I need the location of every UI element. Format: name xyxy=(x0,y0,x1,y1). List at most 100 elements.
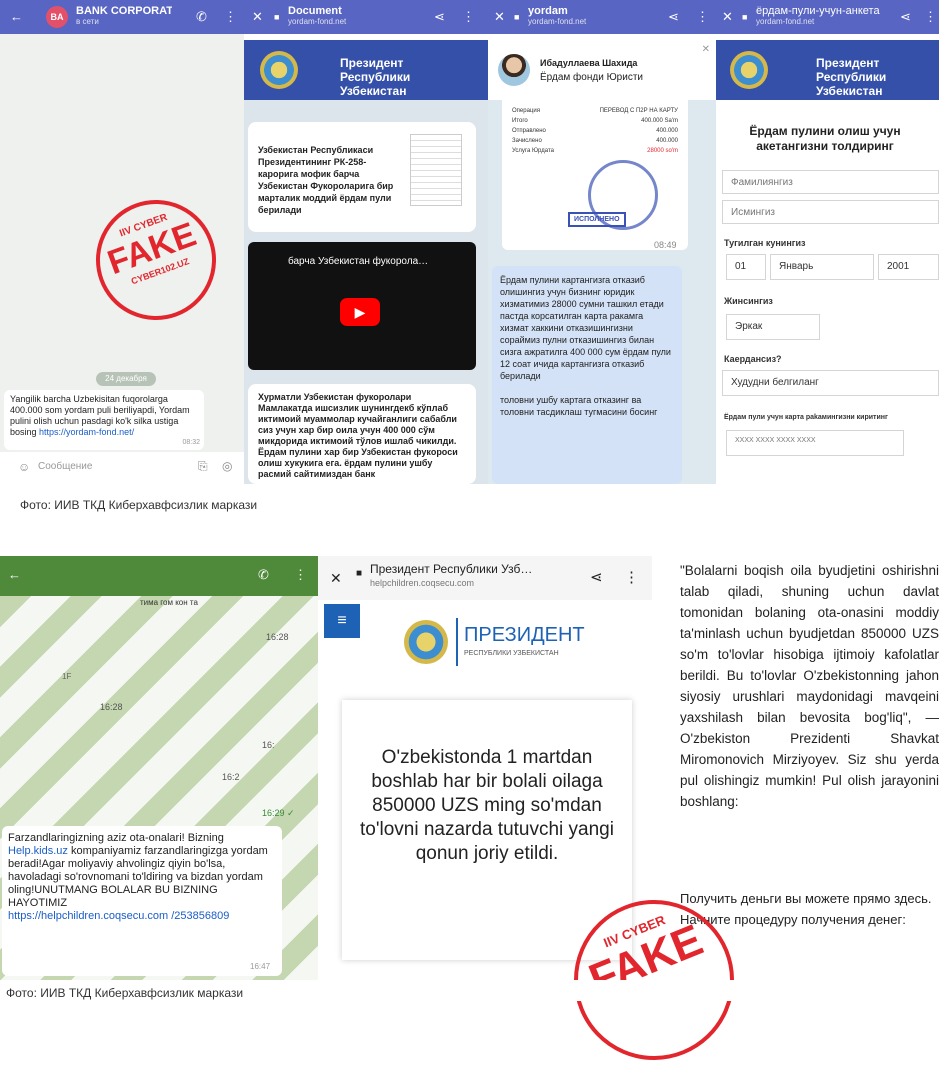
message-input[interactable]: Сообщение xyxy=(38,461,92,472)
yordam-url: yordam-fond.net xyxy=(528,17,587,26)
attach-icon[interactable]: ⎘ xyxy=(198,459,208,474)
phishing-link[interactable]: https://helpchildren.coqsecu.com /253856… xyxy=(8,910,229,922)
receipt-value: 400.000 Sa'm xyxy=(641,118,678,124)
message-link[interactable]: https://yordam-fond.net/ xyxy=(39,427,134,437)
browser-url: helpchildren.coqsecu.com xyxy=(370,578,475,588)
lock-icon: ■ xyxy=(274,12,280,22)
year-select[interactable]: 2001 xyxy=(878,254,939,280)
video-title: барча Узбекистан фукорола… xyxy=(288,256,429,267)
month-select[interactable]: Январь xyxy=(770,254,874,280)
lock-icon: ■ xyxy=(356,568,363,579)
share-icon[interactable]: ⋖ xyxy=(668,10,679,24)
browser-title: Президент Республики Узб… xyxy=(370,562,533,576)
form-gov-header: Президент Республики Узбекистан xyxy=(716,40,939,100)
more-icon[interactable]: ⋮ xyxy=(224,10,237,24)
chat-status: в сети xyxy=(76,17,99,26)
message-card: Хурматли Узбекистан фукоролари Мамлакатд… xyxy=(248,384,476,484)
camera-icon[interactable]: ◎ xyxy=(222,459,232,473)
name-input[interactable]: Исмингиз xyxy=(722,200,939,224)
gender-label: Жинсингиз xyxy=(724,296,773,306)
lock-icon: ■ xyxy=(742,12,748,22)
incoming-message: Yangilik barcha Uzbekisitan fuqorolarga … xyxy=(4,390,204,450)
phone-icon[interactable]: ✆ xyxy=(258,568,269,582)
receipt-time: 08:49 xyxy=(654,240,677,250)
share-icon[interactable]: ⋖ xyxy=(434,10,445,24)
doc-browser-bar: ✕ ■ Document yordam-fond.net ⋖ ⋮ xyxy=(244,0,488,34)
receipt-value: 400.000 xyxy=(656,128,678,134)
agent-header: Ибадуллаева Шахида Ёрдам фонди Юристи ✕ xyxy=(488,40,716,100)
region-label: Каердансиз? xyxy=(724,354,782,364)
region-select[interactable]: Худудни белгиланг xyxy=(722,370,939,396)
gender-select[interactable]: Эркак xyxy=(726,314,820,340)
chat2-small-label: 1F xyxy=(62,672,72,681)
article-ru-text: Получить деньги вы можете прямо здесь. Н… xyxy=(680,891,932,927)
emoji-icon[interactable]: ☺ xyxy=(18,460,30,474)
receipt-row: Операция ПЕРЕВОД С П2Р НА КАРТУ xyxy=(512,106,678,116)
more-icon[interactable]: ⋮ xyxy=(924,10,937,24)
form-area xyxy=(716,100,939,484)
time-stamp: 16:2 xyxy=(222,772,240,782)
phone-icon[interactable]: ✆ xyxy=(196,10,207,24)
more-icon[interactable]: ⋮ xyxy=(696,10,709,24)
receipt-value: ПЕРЕВОД С П2Р НА КАРТУ xyxy=(599,108,678,114)
play-icon[interactable]: ▶ xyxy=(340,298,380,326)
more-icon[interactable]: ⋮ xyxy=(624,568,639,586)
gov-header-text: Президент Республики Узбекистан xyxy=(816,56,887,98)
help-kids-link[interactable]: Help.kids.uz xyxy=(8,845,68,857)
receipt-row: Итого 400.000 Sa'm xyxy=(512,116,678,126)
close-icon[interactable]: ✕ xyxy=(330,570,342,587)
doc-url: yordam-fond.net xyxy=(288,17,347,26)
close-icon[interactable]: ✕ xyxy=(702,44,710,55)
card-number-input[interactable]: XXXX XXXX XXXX XXXX xyxy=(726,430,904,456)
time-stamp: 16:29 ✓ xyxy=(262,808,295,818)
receipt-key: Отправлено xyxy=(512,128,546,134)
more-icon[interactable]: ⋮ xyxy=(462,10,475,24)
receipt-row: Отправлено 400.000 xyxy=(512,126,678,136)
emblem-icon xyxy=(260,51,298,89)
hamburger-menu-icon[interactable]: ≡ xyxy=(324,604,360,638)
share-icon[interactable]: ⋖ xyxy=(590,568,603,586)
agent-name: Ибадуллаева Шахида xyxy=(540,58,638,68)
chat2-misc-text: тима гом кон та xyxy=(140,598,198,607)
decree-document-thumb[interactable] xyxy=(410,134,462,206)
agent-role: Ёрдам фонди Юристи xyxy=(540,72,643,83)
close-icon[interactable]: ✕ xyxy=(494,10,505,24)
receipt-value: 400.000 xyxy=(656,138,678,144)
surname-input[interactable]: Фамилиянгиз xyxy=(722,170,939,194)
decree-text: Узбекистан Республикаси Президентининг Р… xyxy=(258,145,394,215)
video-player[interactable]: барча Узбекистан фукорола… ▶ xyxy=(248,242,476,370)
headline-card: O'zbekistonda 1 martdan boshlab har bir … xyxy=(342,700,632,960)
back-arrow-icon[interactable]: ← xyxy=(10,10,23,24)
decree-card: Узбекистан Республикаси Президентининг Р… xyxy=(248,122,476,232)
date-badge: 24 декабря xyxy=(96,372,156,386)
dob-label: Тугилган кунингиз xyxy=(724,238,806,248)
time-stamp: 16:47 xyxy=(250,962,271,971)
share-icon[interactable]: ⋖ xyxy=(900,10,911,24)
more-icon[interactable]: ⋮ xyxy=(294,568,307,582)
emblem-icon xyxy=(730,51,768,89)
form-heading: Ёрдам пулини олиш учун акетангизни толди… xyxy=(749,124,901,153)
gov-header-text: Президент Республики Узбекистан xyxy=(340,56,411,98)
doc-title: Document xyxy=(288,5,342,17)
caption-bottom: Фото: ИИВ ТКД Киберхавфсизлик маркази xyxy=(6,986,244,1000)
doc-gov-header: Президент Республики Узбекистан xyxy=(244,40,488,100)
close-icon[interactable]: ✕ xyxy=(252,10,263,24)
chat2-message: Farzandlaringizning aziz ota-onalari! Bi… xyxy=(2,826,282,976)
chat-header: ← BA BANK CORPORATI в сети ✆ ⋮ xyxy=(0,0,244,34)
avatar[interactable]: BA xyxy=(46,6,68,28)
time-stamp: 16:28 xyxy=(100,702,123,712)
logo-subtitle: РЕСПУБЛИКИ УЗБЕКИСТАН xyxy=(464,650,559,657)
yordam-browser-bar: ✕ ■ yordam yordam-fond.net ⋖ ⋮ xyxy=(488,0,716,34)
day-select[interactable]: 01 xyxy=(726,254,766,280)
agent-avatar xyxy=(498,54,530,86)
card-label: Ёрдам пули учун карта раkамингизни кирит… xyxy=(724,414,888,421)
article-text: "Bolalarni boqish oila byudjetini oshiri… xyxy=(680,563,939,809)
message-input-bar: ☺ Сообщение ⎘ ◎ xyxy=(0,452,244,482)
emblem-icon xyxy=(404,620,448,664)
receipt-card: Операция ПЕРЕВОД С П2Р НА КАРТУ Итого 400.0… xyxy=(502,100,688,250)
close-icon[interactable]: ✕ xyxy=(722,10,733,24)
back-arrow-icon[interactable]: ← xyxy=(8,568,21,582)
agent-message: Ёрдам пулини картангизга отказиб олишинг… xyxy=(492,266,682,484)
lock-icon: ■ xyxy=(514,12,520,22)
form-title: ёрдам-пули-учун-анкета xyxy=(756,5,880,17)
